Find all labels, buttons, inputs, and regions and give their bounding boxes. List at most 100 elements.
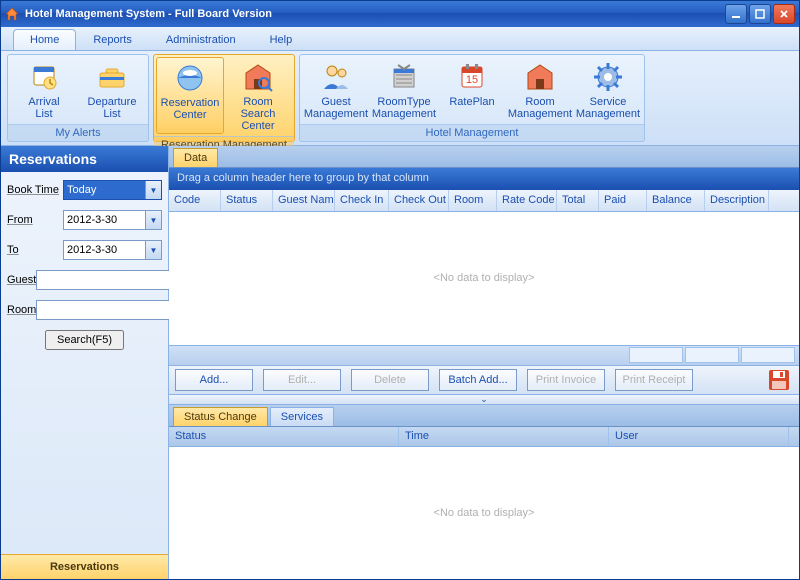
ribbon-group-my-alerts: ArrivalList DepartureList My Alerts xyxy=(7,54,149,142)
subcol-status[interactable]: Status xyxy=(169,427,399,446)
service-icon xyxy=(592,61,624,93)
room-input[interactable] xyxy=(36,300,186,320)
sidebar-title: Reservations xyxy=(1,146,168,172)
maximize-button[interactable] xyxy=(749,4,771,24)
close-button[interactable] xyxy=(773,4,795,24)
ribbon-label: ServiceManagement xyxy=(576,96,640,120)
col-balance[interactable]: Balance xyxy=(647,190,705,211)
save-icon[interactable] xyxy=(765,367,793,393)
grid-empty-text: <No data to display> xyxy=(434,272,535,284)
col-rate-code[interactable]: Rate Code xyxy=(497,190,557,211)
menu-tabs: HomeReportsAdministrationHelp xyxy=(1,27,799,51)
ribbon-label: RoomSearch Center xyxy=(226,96,290,132)
arrival-icon xyxy=(28,61,60,93)
subtab-status-change[interactable]: Status Change xyxy=(173,407,268,426)
departure-icon xyxy=(96,61,128,93)
print-invoice-button[interactable]: Print Invoice xyxy=(527,369,605,391)
home-icon xyxy=(5,7,19,21)
ribbon-caption: Hotel Management xyxy=(300,124,644,142)
window-title: Hotel Management System - Full Board Ver… xyxy=(25,8,725,20)
chevron-down-icon[interactable]: ▼ xyxy=(145,241,161,259)
tab-data[interactable]: Data xyxy=(173,148,218,167)
action-bar: Add... Edit... Delete Batch Add... Print… xyxy=(169,365,799,395)
sub-tabstrip: Status ChangeServices xyxy=(169,405,799,427)
ribbon-label: DepartureList xyxy=(88,96,137,120)
grid-footer xyxy=(169,345,799,365)
app-window: Hotel Management System - Full Board Ver… xyxy=(0,0,800,580)
ribbon-label: RatePlan xyxy=(449,96,494,108)
ribbon-group-reservation-management: ReservationCenterRoomSearch CenterReserv… xyxy=(153,54,295,142)
batch-add-button[interactable]: Batch Add... xyxy=(439,369,517,391)
col-total[interactable]: Total xyxy=(557,190,599,211)
from-label: From xyxy=(7,214,63,226)
from-date-combo[interactable]: 2012-3-30▼ xyxy=(63,210,162,230)
main-tabstrip: Data xyxy=(169,146,799,168)
guest-icon xyxy=(320,61,352,93)
chevron-down-icon[interactable]: ▼ xyxy=(145,211,161,229)
guest-label: Guest xyxy=(7,274,36,286)
subgrid-empty-text: <No data to display> xyxy=(434,507,535,519)
subgrid-header: StatusTimeUser xyxy=(169,427,799,447)
edit-button[interactable]: Edit... xyxy=(263,369,341,391)
room-icon xyxy=(524,61,556,93)
minimize-button[interactable] xyxy=(725,4,747,24)
footer-cell xyxy=(741,347,795,363)
roomsearch-icon xyxy=(242,61,274,93)
expander-handle[interactable]: ⌄ xyxy=(169,395,799,405)
col-description[interactable]: Description xyxy=(705,190,769,211)
chevron-down-icon[interactable]: ▼ xyxy=(145,181,161,199)
guest-input[interactable] xyxy=(36,270,186,290)
ribbon-arrival[interactable]: ArrivalList xyxy=(10,57,78,122)
ribbon-label: RoomManagement xyxy=(508,96,572,120)
ribbon-label: ArrivalList xyxy=(28,96,59,120)
subcol-user[interactable]: User xyxy=(609,427,789,446)
reservation-icon xyxy=(174,62,206,94)
ribbon-guest[interactable]: GuestManagement xyxy=(302,57,370,122)
col-check-out[interactable]: Check Out xyxy=(389,190,449,211)
ribbon-label: ReservationCenter xyxy=(161,97,220,121)
footer-cell xyxy=(629,347,683,363)
grid-header: CodeStatusGuest NameCheck InCheck OutRoo… xyxy=(169,190,799,212)
footer-cell xyxy=(685,347,739,363)
col-room[interactable]: Room xyxy=(449,190,497,211)
menu-tab-home[interactable]: Home xyxy=(13,29,76,50)
menu-tab-help[interactable]: Help xyxy=(253,29,310,50)
col-check-in[interactable]: Check In xyxy=(335,190,389,211)
subgrid-body: <No data to display> xyxy=(169,447,799,580)
col-status[interactable]: Status xyxy=(221,190,273,211)
group-by-bar[interactable]: Drag a column header here to group by th… xyxy=(169,168,799,190)
book-time-combo[interactable]: Today▼ xyxy=(63,180,162,200)
col-code[interactable]: Code xyxy=(169,190,221,211)
ribbon-label: RoomTypeManagement xyxy=(372,96,436,120)
subcol-time[interactable]: Time xyxy=(399,427,609,446)
sidebar: Reservations Book Time Today▼ From 2012-… xyxy=(1,146,169,579)
room-label: Room xyxy=(7,304,36,316)
to-date-combo[interactable]: 2012-3-30▼ xyxy=(63,240,162,260)
ribbon-departure[interactable]: DepartureList xyxy=(78,57,146,122)
subtab-services[interactable]: Services xyxy=(270,407,334,426)
delete-button[interactable]: Delete xyxy=(351,369,429,391)
print-receipt-button[interactable]: Print Receipt xyxy=(615,369,693,391)
ribbon-rateplan[interactable]: 15 RatePlan xyxy=(438,57,506,122)
menu-tab-reports[interactable]: Reports xyxy=(76,29,149,50)
col-guest-name[interactable]: Guest Name xyxy=(273,190,335,211)
sidebar-footer[interactable]: Reservations xyxy=(1,554,168,579)
main-panel: Data Drag a column header here to group … xyxy=(169,146,799,579)
ribbon-caption: My Alerts xyxy=(8,124,148,142)
ribbon-label: GuestManagement xyxy=(304,96,368,120)
titlebar: Hotel Management System - Full Board Ver… xyxy=(1,1,799,27)
ribbon-group-hotel-management: GuestManagementRoomTypeManagement 15 RateP… xyxy=(299,54,645,142)
search-button[interactable]: Search(F5) xyxy=(45,330,124,350)
book-time-label: Book Time xyxy=(7,184,63,196)
grid-body: <No data to display> xyxy=(169,212,799,345)
menu-tab-administration[interactable]: Administration xyxy=(149,29,253,50)
ribbon-reservation[interactable]: ReservationCenter xyxy=(156,57,224,134)
ribbon-service[interactable]: ServiceManagement xyxy=(574,57,642,122)
ribbon-room[interactable]: RoomManagement xyxy=(506,57,574,122)
svg-text:15: 15 xyxy=(466,74,478,86)
ribbon-roomtype[interactable]: RoomTypeManagement xyxy=(370,57,438,122)
ribbon-roomsearch[interactable]: RoomSearch Center xyxy=(224,57,292,134)
add-button[interactable]: Add... xyxy=(175,369,253,391)
ribbon: ArrivalList DepartureList My Alerts Reserva… xyxy=(1,51,799,146)
col-paid[interactable]: Paid xyxy=(599,190,647,211)
